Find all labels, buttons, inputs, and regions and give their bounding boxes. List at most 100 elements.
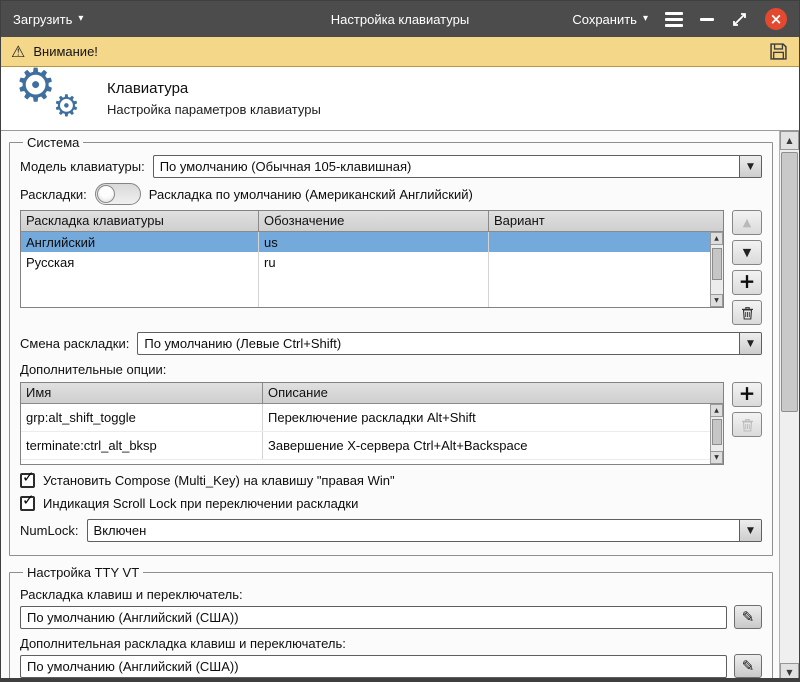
scrolllock-checkbox-label: Индикация Scroll Lock при переключении р… [43, 496, 358, 511]
save-to-disk-button[interactable] [768, 41, 789, 62]
pencil-icon: ✎ [742, 608, 755, 626]
table-row[interactable]: Русская ru [21, 252, 710, 272]
scroll-down-icon[interactable]: ▼ [710, 451, 723, 464]
floppy-icon [768, 41, 789, 62]
numlock-value: Включен [88, 520, 739, 541]
table-empty-area [21, 272, 710, 307]
layouts-table-scrollbar[interactable]: ▲ ▼ [710, 232, 723, 307]
switch-combo-label: Смена раскладки: [20, 336, 129, 351]
delete-layout-button[interactable] [732, 300, 762, 325]
edit-tty-layout-button[interactable]: ✎ [734, 605, 762, 629]
chevron-down-icon: ▾ [78, 14, 83, 24]
scroll-down-icon[interactable]: ▼ [780, 663, 799, 682]
move-layout-down-button[interactable]: ▼ [732, 240, 762, 265]
settings-form: Система Модель клавиатуры: По умолчанию … [1, 131, 779, 682]
scroll-down-icon[interactable]: ▼ [710, 294, 723, 307]
column-header[interactable]: Вариант [489, 211, 710, 231]
system-group-legend: Система [23, 135, 83, 150]
scroll-up-icon[interactable]: ▲ [780, 131, 799, 150]
options-table-header: Имя Описание [21, 383, 723, 404]
cell-code: ru [259, 252, 489, 272]
numlock-label: NumLock: [20, 523, 79, 538]
cell-layout: Русская [21, 252, 259, 272]
dropdown-arrow-icon: ▼ [739, 156, 761, 177]
keyboard-settings-window: Настройка клавиатуры Загрузить ▾ Сохрани… [0, 0, 800, 682]
scrollbar-thumb[interactable] [712, 419, 722, 445]
gear-icon: ⚙ [53, 92, 80, 122]
close-button[interactable]: × [765, 8, 787, 30]
scrollbar-thumb[interactable] [712, 248, 722, 280]
scroll-up-icon[interactable]: ▲ [710, 232, 723, 245]
numlock-select[interactable]: Включен ▼ [87, 519, 762, 542]
options-table: Имя Описание grp:alt_shift_toggle Перекл… [20, 382, 724, 465]
add-option-button[interactable]: + [732, 382, 762, 407]
cell-option-name: grp:alt_shift_toggle [21, 404, 263, 431]
compose-checkbox-label: Установить Compose (Multi_Key) на клавиш… [43, 473, 395, 488]
table-row[interactable]: grp:alt_shift_toggle Переключение раскла… [21, 404, 710, 432]
save-button-label: Сохранить [572, 12, 637, 27]
table-row[interactable]: terminate:ctrl_alt_bksp Завершение X-сер… [21, 432, 710, 460]
cell-variant [489, 252, 710, 272]
system-group: Система Модель клавиатуры: По умолчанию … [9, 135, 773, 556]
keyboard-model-select[interactable]: По умолчанию (Обычная 105-клавишная) ▼ [153, 155, 762, 178]
check-icon: ✓ [22, 468, 35, 486]
layouts-default-toggle[interactable] [95, 183, 141, 205]
keyboard-model-value: По умолчанию (Обычная 105-клавишная) [154, 156, 739, 177]
tty-layout-label: Раскладка клавиш и переключатель: [20, 587, 762, 602]
menu-button[interactable] [665, 12, 683, 27]
layout-switch-value: По умолчанию (Левые Ctrl+Shift) [138, 333, 739, 354]
layouts-table: Раскладка клавиатуры Обозначение Вариант… [20, 210, 724, 308]
column-header[interactable]: Описание [263, 383, 710, 403]
scroll-up-icon[interactable]: ▲ [710, 404, 723, 417]
load-button-label: Загрузить [13, 12, 72, 27]
toggle-knob [97, 185, 115, 203]
close-icon: × [770, 12, 783, 27]
layouts-label: Раскладки: [20, 187, 87, 202]
move-layout-up-button[interactable]: ▲ [732, 210, 762, 235]
minimize-icon [700, 18, 714, 21]
tty-vt-group-legend: Настройка TTY VT [23, 565, 143, 580]
page-header: ⚙ ⚙ Клавиатура Настройка параметров клав… [1, 67, 799, 131]
column-header[interactable]: Обозначение [259, 211, 489, 231]
expand-icon [731, 11, 748, 28]
layout-switch-select[interactable]: По умолчанию (Левые Ctrl+Shift) ▼ [137, 332, 762, 355]
table-row[interactable]: Английский us [21, 232, 710, 252]
save-button[interactable]: Сохранить ▾ [572, 12, 648, 27]
check-icon: ✓ [22, 491, 35, 509]
trash-icon [741, 418, 754, 432]
layouts-toggle-text: Раскладка по умолчанию (Американский Анг… [149, 187, 473, 202]
main-scrollbar[interactable]: ▲ ▼ [779, 131, 799, 682]
gear-icon: ⚙ [15, 62, 56, 108]
compose-checkbox[interactable]: ✓ [20, 473, 35, 488]
cell-layout: Английский [21, 232, 259, 252]
tty-layout-field[interactable]: По умолчанию (Английский (США)) [20, 606, 727, 629]
dropdown-arrow-icon: ▼ [739, 520, 761, 541]
trash-icon [741, 306, 754, 320]
cell-option-name: terminate:ctrl_alt_bksp [21, 432, 263, 459]
page-title: Клавиатура [107, 80, 321, 97]
options-label: Дополнительные опции: [20, 362, 762, 377]
tty-extra-layout-label: Дополнительная раскладка клавиш и перекл… [20, 636, 762, 651]
titlebar: Настройка клавиатуры Загрузить ▾ Сохрани… [1, 1, 799, 37]
scrollbar-thumb[interactable] [781, 152, 798, 412]
pencil-icon: ✎ [742, 657, 755, 675]
layouts-table-header: Раскладка клавиатуры Обозначение Вариант [21, 211, 723, 232]
keyboard-settings-icon: ⚙ ⚙ [13, 70, 87, 128]
hamburger-icon [665, 12, 683, 27]
options-table-scrollbar[interactable]: ▲ ▼ [710, 404, 723, 464]
scrolllock-checkbox[interactable]: ✓ [20, 496, 35, 511]
warning-bar: ⚠ Внимание! [1, 37, 799, 67]
delete-option-button[interactable] [732, 412, 762, 437]
tty-extra-layout-field[interactable]: По умолчанию (Английский (США)) [20, 655, 727, 678]
column-header[interactable]: Имя [21, 383, 263, 403]
cell-option-description: Завершение X-сервера Ctrl+Alt+Backspace [263, 432, 710, 459]
maximize-button[interactable] [731, 11, 748, 28]
tty-vt-group: Настройка TTY VT Раскладка клавиш и пере… [9, 565, 773, 682]
add-layout-button[interactable]: + [732, 270, 762, 295]
cell-variant [489, 232, 710, 252]
minimize-button[interactable] [700, 18, 714, 21]
edit-tty-extra-layout-button[interactable]: ✎ [734, 654, 762, 678]
cell-code: us [259, 232, 489, 252]
column-header[interactable]: Раскладка клавиатуры [21, 211, 259, 231]
load-button[interactable]: Загрузить ▾ [13, 12, 83, 27]
